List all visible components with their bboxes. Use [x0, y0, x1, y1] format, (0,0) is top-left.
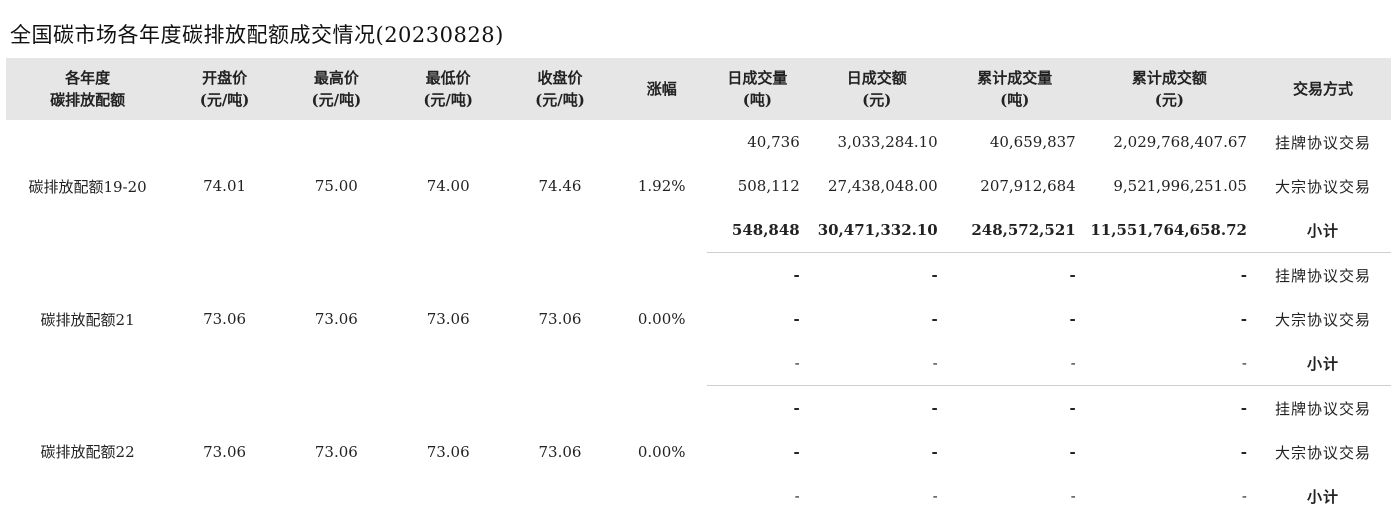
cum-amount: - [1240, 443, 1247, 461]
trade-method: 挂牌协议交易 [1274, 266, 1371, 285]
header-high-price: 最高价 (元/吨) [279, 58, 393, 120]
cum-amount: - [1240, 399, 1247, 417]
close-price: 74.46 [538, 177, 582, 196]
high-price: 73.06 [314, 442, 358, 461]
header-daily-amount: 日成交额 (元) [807, 58, 946, 120]
low-price: 73.06 [426, 310, 470, 328]
header-low-price: 最低价 (元/吨) [392, 58, 504, 120]
header-trade-method: 交易方式 [1254, 58, 1391, 120]
cum-volume: 248,572,521 [945, 208, 1084, 253]
daily-amount: - [931, 266, 938, 284]
trade-method: 大宗协议交易 [1274, 443, 1371, 462]
cum-volume: - [1069, 310, 1076, 328]
cum-amount: - [1240, 266, 1247, 284]
change-pct: 0.00% [637, 310, 686, 328]
page-title: 全国碳市场各年度碳排放配额成交情况(20230828) [10, 23, 504, 47]
daily-amount: - [931, 310, 938, 328]
header-cum-amount: 累计成交额 (元) [1083, 58, 1255, 120]
daily-volume: - [793, 266, 800, 284]
allowance-name: 碳排放配额21 [40, 310, 135, 329]
daily-volume: - [707, 341, 808, 386]
allowance-name: 碳排放配额22 [40, 443, 135, 462]
table-row: 碳排放配额21 73.06 73.06 73.06 73.06 0.00% - … [6, 253, 1391, 329]
open-price: 73.06 [203, 310, 247, 328]
daily-volume: 548,848 [707, 208, 808, 253]
daily-amount: - [931, 399, 938, 417]
cum-volume: 40,659,837 [989, 133, 1076, 151]
high-price: 73.06 [314, 310, 358, 328]
daily-volume: - [794, 487, 800, 505]
cum-amount: - [1241, 487, 1247, 505]
cum-amount: - [1240, 310, 1247, 328]
daily-amount: 27,438,048.00 [827, 177, 938, 195]
close-price: 73.06 [538, 310, 582, 328]
trade-method: 小计 [1306, 487, 1339, 506]
header-allowance-year: 各年度 碳排放配额 [6, 58, 170, 120]
header-close-price: 收盘价 (元/吨) [503, 58, 617, 120]
cum-amount: 11,551,764,658.72 [1083, 208, 1255, 253]
daily-volume: - [793, 443, 800, 461]
table-row: 碳排放配额22 73.06 73.06 73.06 73.06 0.00% - … [6, 386, 1391, 461]
daily-volume: 40,736 [747, 133, 800, 151]
low-price: 73.06 [426, 442, 470, 461]
open-price: 74.01 [203, 177, 247, 196]
allowance-name: 碳排放配额19-20 [28, 177, 147, 196]
header-cum-volume: 累计成交量 (吨) [945, 58, 1084, 120]
trade-method: 小计 [1254, 341, 1391, 386]
daily-amount: 3,033,284.10 [837, 133, 938, 151]
header-daily-volume: 日成交量 (吨) [707, 58, 808, 120]
daily-amount: 30,471,332.10 [807, 208, 946, 253]
trade-method: 小计 [1254, 208, 1391, 253]
cum-volume: 207,912,684 [980, 177, 1076, 195]
header-change: 涨幅 [616, 58, 708, 120]
trade-method: 大宗协议交易 [1274, 310, 1371, 329]
change-pct: 1.92% [637, 177, 686, 196]
low-price: 74.00 [426, 177, 470, 196]
change-pct: 0.00% [637, 442, 686, 461]
table-row: 碳排放配额19-20 74.01 75.00 74.00 74.46 1.92%… [6, 120, 1391, 196]
cum-amount: 2,029,768,407.67 [1113, 133, 1247, 151]
cum-volume: - [945, 341, 1084, 386]
table-header-row: 各年度 碳排放配额 开盘价 (元/吨) 最高价 (元/吨) 最低价 (元/吨) 收盘价(… [6, 58, 1391, 120]
trade-method: 挂牌协议交易 [1274, 133, 1371, 152]
daily-volume: - [793, 399, 800, 417]
daily-volume: - [793, 310, 800, 328]
carbon-trading-table: 各年度 碳排放配额 开盘价 (元/吨) 最高价 (元/吨) 最低价 (元/吨) 收盘价(… [6, 58, 1391, 518]
daily-volume: 508,112 [737, 177, 800, 195]
cum-volume: - [1070, 487, 1076, 505]
daily-amount: - [931, 443, 938, 461]
cum-volume: - [1069, 266, 1076, 284]
trade-method: 挂牌协议交易 [1274, 399, 1371, 418]
daily-amount: - [807, 341, 946, 386]
open-price: 73.06 [203, 442, 247, 461]
cum-amount: - [1083, 341, 1255, 386]
daily-amount: - [932, 487, 938, 505]
cum-volume: - [1069, 443, 1076, 461]
close-price: 73.06 [538, 442, 582, 461]
cum-amount: 9,521,996,251.05 [1113, 177, 1247, 195]
high-price: 75.00 [314, 177, 358, 196]
cum-volume: - [1069, 399, 1076, 417]
trade-method: 大宗协议交易 [1274, 177, 1371, 196]
header-open-price: 开盘价 (元/吨) [169, 58, 280, 120]
